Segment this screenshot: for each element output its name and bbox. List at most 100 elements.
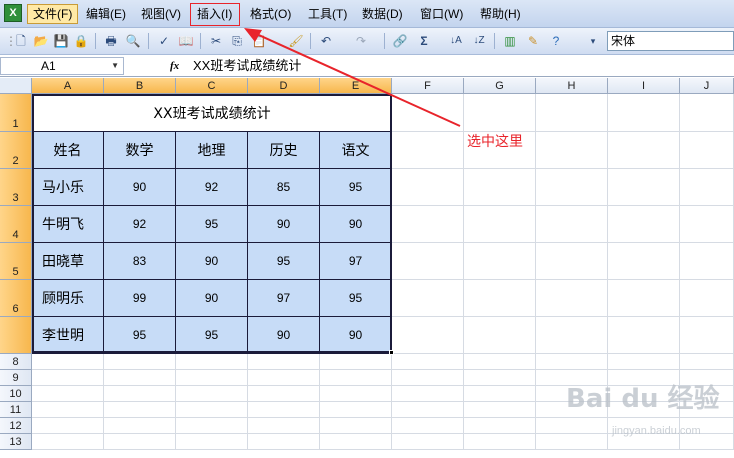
column-header-e[interactable]: E bbox=[320, 78, 392, 94]
table-cell[interactable]: 90 bbox=[176, 280, 248, 317]
empty-cell[interactable] bbox=[464, 386, 536, 402]
empty-cell[interactable] bbox=[392, 280, 464, 317]
empty-cell[interactable] bbox=[680, 317, 734, 354]
empty-cell[interactable] bbox=[680, 243, 734, 280]
excel-app-icon[interactable]: X bbox=[4, 4, 22, 22]
table-cell[interactable]: 顾明乐 bbox=[32, 280, 104, 317]
format-painter-icon[interactable]: 🖌 bbox=[287, 32, 305, 50]
table-cell[interactable]: 90 bbox=[104, 169, 176, 206]
empty-cell[interactable] bbox=[536, 206, 608, 243]
empty-cell[interactable] bbox=[464, 243, 536, 280]
menu-tools[interactable]: 工具(T) bbox=[303, 4, 352, 24]
sort-descending-icon[interactable]: ↓Z bbox=[470, 32, 488, 50]
row-header-2[interactable]: 2 bbox=[0, 132, 32, 169]
empty-cell[interactable] bbox=[320, 434, 392, 450]
row-header-8[interactable]: 8 bbox=[0, 354, 32, 370]
empty-cell[interactable] bbox=[392, 132, 464, 169]
empty-cell[interactable] bbox=[536, 280, 608, 317]
research-icon[interactable]: 📖 bbox=[177, 32, 195, 50]
empty-cell[interactable] bbox=[248, 386, 320, 402]
fill-handle[interactable] bbox=[389, 350, 394, 355]
empty-cell[interactable] bbox=[104, 402, 176, 418]
empty-cell[interactable] bbox=[32, 370, 104, 386]
permission-icon[interactable]: 🔒 bbox=[72, 32, 90, 50]
row-header-11[interactable]: 11 bbox=[0, 402, 32, 418]
row-header-12[interactable]: 12 bbox=[0, 418, 32, 434]
empty-cell[interactable] bbox=[176, 402, 248, 418]
empty-cell[interactable] bbox=[104, 354, 176, 370]
table-cell[interactable]: 90 bbox=[320, 206, 392, 243]
column-header-j[interactable]: J bbox=[680, 78, 734, 94]
empty-cell[interactable] bbox=[248, 418, 320, 434]
chevron-down-icon[interactable]: ▼ bbox=[111, 58, 119, 74]
redo-icon[interactable]: ↷ bbox=[352, 32, 370, 50]
empty-cell[interactable] bbox=[608, 132, 680, 169]
table-cell[interactable]: 95 bbox=[248, 243, 320, 280]
font-name-box[interactable]: 宋体 bbox=[607, 31, 734, 51]
undo-icon[interactable]: ↶ bbox=[317, 32, 335, 50]
empty-cell[interactable] bbox=[464, 280, 536, 317]
empty-cell[interactable] bbox=[32, 386, 104, 402]
save-icon[interactable]: 💾 bbox=[52, 32, 70, 50]
new-icon[interactable]: 🗋 bbox=[12, 32, 30, 50]
empty-cell[interactable] bbox=[464, 434, 536, 450]
empty-cell[interactable] bbox=[536, 354, 608, 370]
empty-cell[interactable] bbox=[680, 169, 734, 206]
empty-cell[interactable] bbox=[608, 280, 680, 317]
column-header-i[interactable]: I bbox=[608, 78, 680, 94]
menu-view[interactable]: 视图(V) bbox=[136, 4, 186, 24]
table-cell[interactable]: 92 bbox=[104, 206, 176, 243]
empty-cell[interactable] bbox=[392, 370, 464, 386]
empty-cell[interactable] bbox=[392, 354, 464, 370]
empty-cell[interactable] bbox=[248, 434, 320, 450]
table-cell[interactable]: 90 bbox=[320, 317, 392, 354]
empty-cell[interactable] bbox=[104, 386, 176, 402]
menu-help[interactable]: 帮助(H) bbox=[475, 4, 526, 24]
empty-cell[interactable] bbox=[392, 386, 464, 402]
row-header-1[interactable]: 1 bbox=[0, 94, 32, 132]
empty-cell[interactable] bbox=[608, 206, 680, 243]
menu-format[interactable]: 格式(O) bbox=[245, 4, 296, 24]
sort-ascending-icon[interactable]: ↓A bbox=[447, 32, 465, 50]
row-header-4[interactable]: 4 bbox=[0, 206, 32, 243]
table-cell[interactable]: 牛明飞 bbox=[32, 206, 104, 243]
empty-cell[interactable] bbox=[608, 354, 680, 370]
empty-cell[interactable] bbox=[464, 317, 536, 354]
empty-cell[interactable] bbox=[248, 370, 320, 386]
cut-icon[interactable]: ✂ bbox=[207, 32, 225, 50]
row-header-3[interactable]: 3 bbox=[0, 169, 32, 206]
empty-cell[interactable] bbox=[392, 434, 464, 450]
empty-cell[interactable] bbox=[104, 434, 176, 450]
paste-icon[interactable]: 📋 bbox=[250, 32, 268, 50]
empty-cell[interactable] bbox=[176, 370, 248, 386]
empty-cell[interactable] bbox=[176, 434, 248, 450]
table-cell[interactable]: 95 bbox=[320, 169, 392, 206]
empty-cell[interactable] bbox=[392, 94, 464, 132]
drawing-icon[interactable]: ✎ bbox=[524, 32, 542, 50]
empty-cell[interactable] bbox=[680, 280, 734, 317]
table-cell[interactable]: 90 bbox=[176, 243, 248, 280]
row-header-7[interactable] bbox=[0, 317, 32, 354]
empty-cell[interactable] bbox=[392, 243, 464, 280]
table-cell[interactable]: 95 bbox=[176, 317, 248, 354]
row-header-9[interactable]: 9 bbox=[0, 370, 32, 386]
column-header-c[interactable]: C bbox=[176, 78, 248, 94]
empty-cell[interactable] bbox=[536, 434, 608, 450]
hyperlink-icon[interactable]: 🔗 bbox=[391, 32, 409, 50]
table-cell[interactable]: 90 bbox=[248, 206, 320, 243]
empty-cell[interactable] bbox=[536, 169, 608, 206]
empty-cell[interactable] bbox=[32, 418, 104, 434]
empty-cell[interactable] bbox=[320, 370, 392, 386]
insert-function-icon[interactable]: fx bbox=[170, 57, 184, 75]
print-icon[interactable]: 🖶 bbox=[102, 32, 120, 50]
empty-cell[interactable] bbox=[680, 94, 734, 132]
empty-cell[interactable] bbox=[320, 386, 392, 402]
menu-data[interactable]: 数据(D) bbox=[357, 4, 408, 24]
header-cell-chinese[interactable]: 语文 bbox=[320, 132, 392, 169]
empty-cell[interactable] bbox=[248, 354, 320, 370]
chart-wizard-icon[interactable]: ▥ bbox=[501, 32, 519, 50]
empty-cell[interactable] bbox=[680, 206, 734, 243]
table-cell[interactable]: 90 bbox=[248, 317, 320, 354]
table-cell[interactable]: 97 bbox=[248, 280, 320, 317]
empty-cell[interactable] bbox=[608, 94, 680, 132]
